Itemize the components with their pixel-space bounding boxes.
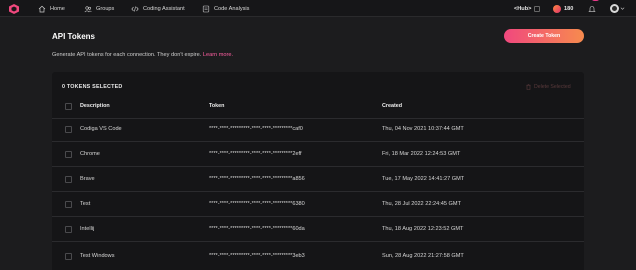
- delete-selected-button[interactable]: Delete Selected: [526, 84, 571, 90]
- table-row: Chrome ****-****-*********-****-****-***…: [52, 142, 584, 167]
- credits-value: 180: [564, 5, 574, 12]
- home-icon: [38, 5, 46, 12]
- token-description: Test Windows: [80, 253, 115, 259]
- create-token-button[interactable]: Create Token: [504, 29, 584, 43]
- token-created: Thu, 28 Jul 2022 22:24:45 GMT: [382, 201, 461, 207]
- row-checkbox[interactable]: [65, 126, 72, 133]
- nav-code-analysis-label: Code Analysis: [214, 5, 250, 12]
- table-row: Codiga VS Code ****-****-*********-****-…: [52, 117, 584, 142]
- code-icon: [131, 5, 139, 12]
- token-description: Intellij: [80, 226, 95, 232]
- nav-coding-assistant-label: Coding Assistant: [143, 5, 185, 12]
- nav-coding-assistant[interactable]: Coding Assistant: [131, 0, 185, 17]
- analysis-icon: [202, 5, 210, 12]
- nav-groups[interactable]: Groups: [84, 0, 114, 17]
- page-title: API Tokens: [52, 32, 95, 41]
- hub-link[interactable]: <Hub>: [514, 0, 541, 17]
- table-row: Intellij ****-****-*********-****-****-*…: [52, 217, 584, 242]
- table-row: Test Windows ****-****-*********-****-**…: [52, 244, 584, 269]
- avatar: [610, 4, 619, 13]
- coin-icon: [553, 4, 561, 13]
- token-description: Brave: [80, 176, 95, 182]
- row-checkbox[interactable]: [65, 253, 72, 260]
- token-created: Fri, 18 Mar 2022 12:24:53 GMT: [382, 151, 461, 157]
- nav-home-label: Home: [50, 5, 65, 12]
- token-created: Thu, 18 Aug 2022 12:23:52 GMT: [382, 226, 464, 232]
- token-value: ****-****-*********-****-****-*********3…: [209, 253, 305, 259]
- groups-icon: [84, 5, 92, 12]
- description-text: Generate API tokens for each connection.…: [52, 52, 202, 58]
- notification-badge: 26: [591, 0, 600, 1]
- top-nav: Home Groups Coding Assistant Code Analys…: [0, 0, 636, 17]
- row-checkbox[interactable]: [65, 151, 72, 158]
- codiga-logo[interactable]: [9, 4, 19, 14]
- table-row: Brave ****-****-*********-****-****-****…: [52, 167, 584, 192]
- column-created: Created: [382, 103, 403, 109]
- token-created: Sun, 28 Aug 2022 21:27:58 GMT: [382, 253, 464, 259]
- trash-icon: [526, 84, 531, 90]
- page-description: Generate API tokens for each connection.…: [52, 52, 233, 58]
- token-value: ****-****-*********-****-****-*********6…: [209, 226, 305, 232]
- token-created: Thu, 04 Nov 2021 10:37:44 GMT: [382, 126, 464, 132]
- column-token: Token: [209, 103, 225, 109]
- row-checkbox[interactable]: [65, 226, 72, 233]
- nav-home[interactable]: Home: [38, 0, 65, 17]
- chevron-down-icon: [620, 7, 625, 10]
- token-value: ****-****-*********-****-****-*********c…: [209, 126, 303, 132]
- nav-groups-label: Groups: [96, 5, 115, 12]
- table-header: Description Token Created: [52, 94, 584, 119]
- token-created: Tue, 17 May 2022 14:41:27 GMT: [382, 176, 465, 182]
- token-value: ****-****-*********-****-****-*********2…: [209, 151, 302, 157]
- column-description: Description: [80, 103, 110, 109]
- select-all-checkbox[interactable]: [65, 103, 72, 110]
- token-value: ****-****-*********-****-****-*********6…: [209, 201, 305, 207]
- bell-icon: [588, 5, 596, 12]
- credits-indicator[interactable]: 180: [553, 0, 573, 17]
- learn-more-link[interactable]: Learn more.: [203, 52, 233, 58]
- token-description: Chrome: [80, 151, 100, 157]
- delete-selected-label: Delete Selected: [534, 84, 571, 90]
- user-menu[interactable]: [610, 0, 625, 17]
- row-checkbox[interactable]: [65, 201, 72, 208]
- hub-icon: [534, 5, 541, 12]
- token-value: ****-****-*********-****-****-*********a…: [209, 176, 305, 182]
- tokens-panel: 0 TOKENS SELECTED Delete Selected Descri…: [52, 72, 584, 270]
- hub-label: <Hub>: [514, 5, 532, 12]
- token-description: Codiga VS Code: [80, 126, 122, 132]
- selected-count: 0 TOKENS SELECTED: [62, 84, 123, 90]
- table-row: Test ****-****-*********-****-****-*****…: [52, 192, 584, 217]
- row-checkbox[interactable]: [65, 176, 72, 183]
- notifications-button[interactable]: 26: [588, 0, 600, 17]
- nav-code-analysis[interactable]: Code Analysis: [202, 0, 249, 17]
- token-description: Test: [80, 201, 91, 207]
